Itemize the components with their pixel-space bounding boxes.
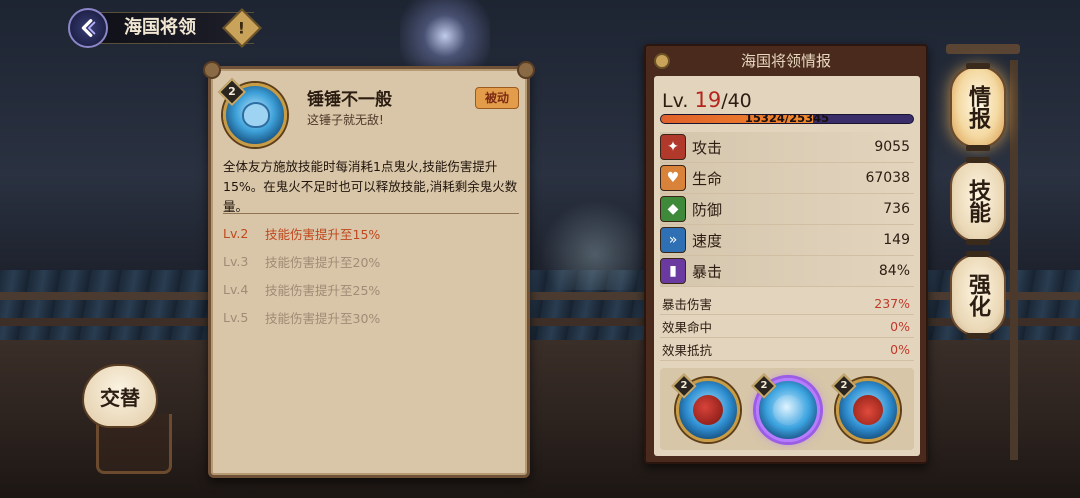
stat-label: 生命: [692, 169, 723, 188]
exclamation-icon: !: [238, 18, 246, 38]
skill-name: 锤锤不一般: [307, 90, 392, 110]
info-panel-body: Lv. 19/40 15324/25345 ✦ 攻击 9055 ♥ 生命 670…: [654, 76, 920, 456]
stat-label: 暴击伤害: [662, 296, 713, 312]
skill-level-value: 2: [760, 380, 768, 391]
info-panel-header: 海国将领情报: [646, 46, 926, 76]
swap-button[interactable]: 交替: [82, 364, 158, 428]
crab-skill-icon: [853, 395, 883, 425]
stat-row-effect-resist: 效果抵抗 0%: [660, 338, 914, 361]
lantern-pole-top: [946, 44, 1020, 54]
swap-button-label: 交替: [100, 385, 140, 410]
stat-row-speed: » 速度 149: [660, 225, 914, 256]
skill-type-tag: 被动: [475, 87, 519, 109]
level-effect: 技能伤害提升至15%: [265, 226, 381, 242]
skill-level-row: Lv.3 技能伤害提升至20%: [223, 247, 519, 275]
stat-row-crit-damage: 暴击伤害 237%: [660, 292, 914, 315]
stat-value: 67038: [865, 170, 910, 186]
tab-info[interactable]: 情报: [950, 63, 1006, 151]
stat-label: 速度: [692, 231, 723, 250]
character-info-panel: 海国将领情报 Lv. 19/40 15324/25345 ✦ 攻击 9055 ♥…: [644, 44, 928, 464]
level-effect: 技能伤害提升至30%: [265, 310, 381, 326]
stat-value: 736: [883, 201, 910, 217]
skill-detail-panel: 2 锤锤不一般 这锤子就无敌! 被动 全体友方施放技能时每消耗1点鬼火,技能伤害…: [203, 61, 535, 478]
tab-enhance[interactable]: 强化: [950, 251, 1006, 339]
stat-value: 84%: [878, 263, 910, 279]
stat-row-attack: ✦ 攻击 9055: [660, 132, 914, 163]
stat-label: 效果抵抗: [662, 342, 713, 358]
skill-slot-3[interactable]: 2: [831, 373, 900, 442]
experience-text: 15324/25345: [744, 114, 830, 124]
skill-level-badge: 2: [217, 77, 247, 107]
level-current: 19: [694, 88, 722, 112]
health-icon: ♥: [660, 165, 686, 191]
speed-icon: »: [660, 227, 686, 253]
stat-label: 效果命中: [662, 319, 713, 335]
level-max: /40: [721, 90, 752, 112]
skill-slot-1[interactable]: 2: [671, 373, 740, 442]
skill-level-value: 2: [228, 85, 236, 98]
skill-level-value: 2: [840, 380, 848, 391]
secondary-stats: 暴击伤害 237% 效果命中 0% 效果抵抗 0%: [660, 292, 914, 361]
character-level: Lv. 19/40: [662, 88, 752, 112]
divider: [223, 213, 519, 214]
skill-level-list: Lv.2 技能伤害提升至15% Lv.3 技能伤害提升至20% Lv.4 技能伤…: [223, 219, 519, 331]
level-effect: 技能伤害提升至20%: [265, 254, 381, 270]
stat-row-effect-hit: 效果命中 0%: [660, 315, 914, 338]
defense-icon: ◆: [660, 196, 686, 222]
tab-label: 强化: [965, 273, 991, 317]
level-label: Lv.5: [223, 309, 249, 325]
level-label: Lv.2: [223, 225, 249, 241]
skill-level-badge: 2: [831, 373, 857, 399]
stat-label: 攻击: [692, 138, 723, 157]
stat-value: 237%: [874, 295, 910, 311]
level-effect: 技能伤害提升至25%: [265, 282, 381, 298]
level-label: Lv.4: [223, 281, 249, 297]
stat-row-health: ♥ 生命 67038: [660, 163, 914, 194]
stat-value: 0%: [890, 318, 910, 334]
hammer-skill-icon: 2: [217, 77, 287, 147]
chevron-left-icon: [81, 19, 96, 37]
experience-bar: 15324/25345: [660, 114, 914, 124]
skill-header: 2 锤锤不一般 这锤子就无敌! 被动: [217, 77, 519, 147]
level-label: Lv.3: [223, 253, 249, 269]
background-ghost-ship: [540, 200, 650, 290]
stat-label: 暴击: [692, 262, 723, 281]
info-panel-title: 海国将领情报: [740, 52, 831, 70]
eye-icon: [654, 53, 670, 69]
skill-level-row: Lv.2 技能伤害提升至15%: [223, 219, 519, 247]
primary-stats: ✦ 攻击 9055 ♥ 生命 67038 ◆ 防御 736 » 速度 149 ▮: [660, 132, 914, 287]
skill-level-badge: 2: [671, 373, 697, 399]
stat-value: 0%: [890, 341, 910, 357]
skill-level-value: 2: [680, 380, 688, 391]
skill-description: 全体友方施放技能时每消耗1点鬼火,技能伤害提升15%。在鬼火不足时也可以释放技能…: [223, 159, 518, 214]
stat-value: 9055: [874, 139, 910, 155]
stat-label: 防御: [692, 200, 723, 219]
skill-slot-2[interactable]: 2: [751, 373, 820, 442]
tab-skills[interactable]: 技能: [950, 157, 1006, 245]
skill-level-row: Lv.4 技能伤害提升至25%: [223, 275, 519, 303]
skill-tagline: 这锤子就无敌!: [307, 113, 384, 127]
tab-label: 技能: [965, 179, 991, 223]
attack-icon: ✦: [660, 134, 686, 160]
level-prefix: Lv.: [662, 90, 689, 112]
skill-level-badge: 2: [751, 373, 777, 399]
tab-label: 情报: [965, 85, 991, 129]
stat-row-defense: ◆ 防御 736: [660, 194, 914, 225]
stat-value: 149: [883, 232, 910, 248]
lantern-pole: [1010, 60, 1018, 460]
critical-icon: ▮: [660, 258, 686, 284]
skill-selector: 2 2 2: [660, 368, 914, 450]
hammer-skill-icon: [773, 395, 803, 425]
stat-row-critical: ▮ 暴击 84%: [660, 256, 914, 287]
skill-level-row: Lv.5 技能伤害提升至30%: [223, 303, 519, 331]
claw-skill-icon: [693, 395, 723, 425]
skill-icon-figure: [242, 102, 270, 128]
back-button[interactable]: [68, 8, 108, 48]
top-bar: 海国将领 !: [68, 8, 268, 48]
